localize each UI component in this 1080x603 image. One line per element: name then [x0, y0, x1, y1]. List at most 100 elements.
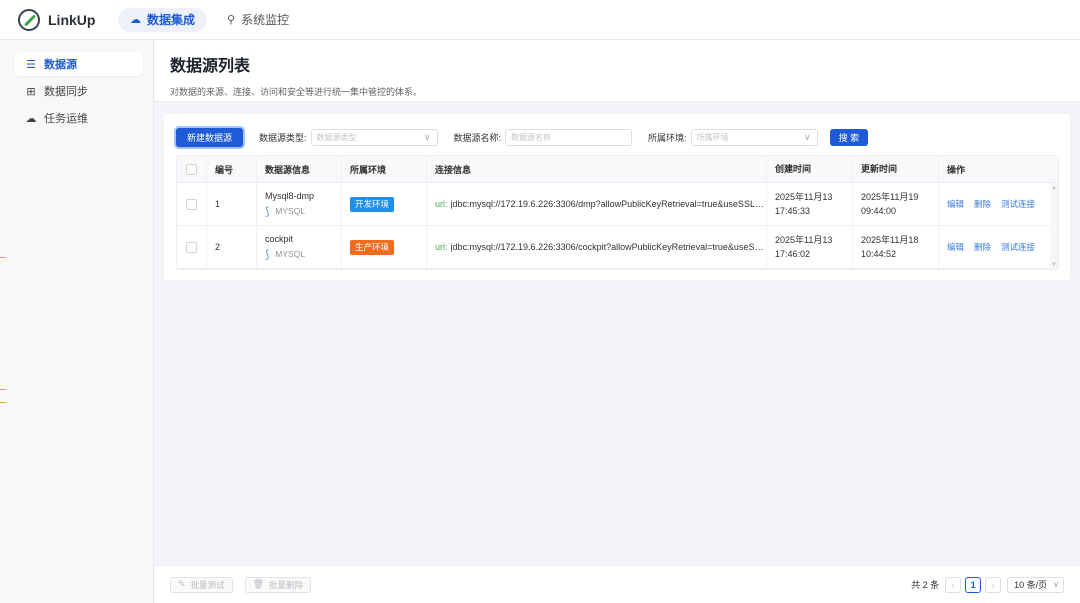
pagination: 共 2 条 ‹ 1 › 10 条/页 ∨ [911, 576, 1064, 593]
row-id: 1 [207, 183, 257, 225]
datasource-type: ⟆ MYSQL [265, 248, 305, 261]
edit-link[interactable]: 编辑 [947, 198, 964, 210]
top-navbar: LinkUp ☁ 数据集成 ⚲ 系统监控 [0, 0, 1080, 40]
datasource-info-cell: cockpit ⟆ MYSQL [257, 226, 342, 268]
app-name: LinkUp [48, 11, 96, 28]
datasource-type-label: MYSQL [275, 249, 306, 259]
delete-link[interactable]: 删除 [974, 241, 991, 253]
chevron-left-icon: ‹ [951, 579, 955, 590]
row-select-cell [177, 226, 207, 268]
total-count: 共 2 条 [911, 580, 940, 590]
table-row: 2 cockpit ⟆ MYSQL 生产环境 url: jdbc:mysql:/… [177, 226, 1058, 269]
mysql-dolphin-icon: ⟆ [265, 248, 270, 261]
sidebar-item-data-sync[interactable]: ⊞ 数据同步 [14, 79, 143, 103]
created-time: 2025年11月13 17:45:33 [767, 183, 853, 225]
sidebar-item-task-ops[interactable]: ☁ 任务运维 [14, 106, 143, 130]
connection-cell: url: jdbc:mysql://172.19.6.226:3306/cock… [427, 226, 767, 268]
select-all-checkbox[interactable] [186, 163, 197, 175]
mysql-dolphin-icon: ⟆ [265, 205, 270, 218]
updated-time: 2025年11月19 09:44:00 [853, 183, 939, 225]
trash-icon: 🗑 [252, 579, 264, 589]
column-header: 连接信息 [427, 156, 767, 182]
page-size-label: 10 条/页 [1014, 580, 1048, 590]
test-connection-link[interactable]: 测试连接 [1001, 241, 1035, 253]
connection-url: jdbc:mysql://172.19.6.226:3306/cockpit?a… [450, 242, 766, 252]
url-key: url: [435, 242, 448, 252]
page-description: 对数据的来源、连接、访问和安全等进行统一集中管控的体系。 [170, 87, 423, 97]
page-title: 数据源列表 [170, 58, 251, 75]
batch-test-label: 批量测试 [190, 579, 225, 590]
row-select-cell [177, 183, 207, 225]
datasource-info-cell: Mysql8-dmp ⟆ MYSQL [257, 183, 342, 225]
updated-time: 2025年11月18 10:44:52 [853, 226, 939, 268]
connection-cell: url: jdbc:mysql://172.19.6.226:3306/dmp?… [427, 183, 767, 225]
page-size-select[interactable]: 10 条/页 ∨ [1007, 576, 1064, 593]
type-filter-select[interactable]: 数据源类型 ∨ [310, 128, 438, 146]
env-tag-prod: 生产环境 [350, 239, 395, 255]
edit-link[interactable]: 编辑 [947, 241, 964, 253]
batch-test-button[interactable]: ✎ 批量测试 [170, 576, 233, 593]
datasource-name: cockpit [265, 233, 294, 244]
datasource-card: 新建数据源 数据源类型: 数据源类型 ∨ 数据源名称: 数据源名称 所属环境: … [164, 114, 1070, 280]
linkup-logo-icon [18, 8, 40, 31]
app-logo[interactable]: LinkUp [18, 8, 118, 31]
scroll-down-icon[interactable]: ▼ [1051, 262, 1057, 268]
chevron-right-icon: › [991, 579, 995, 590]
created-time: 2025年11月13 17:46:02 [767, 226, 853, 268]
datasource-type-label: MYSQL [275, 206, 306, 216]
sidebar-item-label: 数据同步 [44, 86, 88, 98]
name-filter-label: 数据源名称: [453, 132, 502, 143]
sidebar-item-label: 数据源 [44, 59, 77, 71]
grid-icon: ⊞ [26, 85, 36, 98]
sidebar-item-label: 任务运维 [44, 113, 88, 125]
prev-page-button[interactable]: ‹ [945, 576, 962, 593]
page-number[interactable]: 1 [965, 576, 982, 593]
delete-link[interactable]: 删除 [974, 198, 991, 210]
search-icon: ⚲ [227, 14, 236, 26]
column-header: 更新时间 [853, 156, 939, 182]
header-select-cell [177, 156, 207, 182]
filter-bar: 新建数据源 数据源类型: 数据源类型 ∨ 数据源名称: 数据源名称 所属环境: … [176, 126, 1058, 148]
test-connection-link[interactable]: 测试连接 [1001, 198, 1035, 210]
tab-label: 数据集成 [147, 13, 196, 27]
test-icon: ✎ [178, 579, 186, 589]
edge-marker [0, 257, 6, 258]
table-scrollbar[interactable]: ▲ ▼ [1050, 183, 1058, 269]
env-tag-dev: 开发环境 [350, 196, 395, 212]
batch-delete-button[interactable]: 🗑 批量删除 [244, 576, 312, 593]
tab-system-monitor[interactable]: ⚲ 系统监控 [215, 8, 301, 32]
row-id: 2 [207, 226, 257, 268]
column-header: 编号 [207, 156, 257, 182]
next-page-button[interactable]: › [985, 576, 1002, 593]
tab-data-integration[interactable]: ☁ 数据集成 [118, 7, 208, 32]
env-filter-select[interactable]: 所属环境 ∨ [690, 128, 818, 146]
column-header: 数据源信息 [257, 156, 342, 182]
row-checkbox[interactable] [186, 198, 197, 210]
type-filter-label: 数据源类型: [259, 132, 307, 143]
column-header: 所属环境 [342, 156, 427, 182]
table-row: 1 Mysql8-dmp ⟆ MYSQL 开发环境 url: jdbc:mysq… [177, 183, 1058, 226]
env-filter-label: 所属环境: [648, 132, 687, 143]
url-key: url: [435, 199, 448, 209]
new-datasource-button[interactable]: 新建数据源 [176, 127, 244, 147]
cloud-icon: ☁ [25, 112, 37, 125]
connection-url: jdbc:mysql://172.19.6.226:3306/dmp?allow… [450, 199, 766, 209]
datasource-table: 编号 数据源信息 所属环境 连接信息 创建时间 更新时间 操作 1 Mysql8… [176, 155, 1059, 270]
footer-bar: ✎ 批量测试 🗑 批量删除 共 2 条 ‹ 1 › 10 条/页 ∨ [154, 565, 1080, 603]
row-checkbox[interactable] [186, 241, 197, 253]
sidebar-item-datasource[interactable]: ☰ 数据源 [14, 52, 143, 76]
cloud-icon: ☁ [130, 14, 141, 26]
scroll-up-icon[interactable]: ▲ [1051, 185, 1057, 191]
search-button[interactable]: 搜 索 [829, 128, 869, 146]
edge-marker [0, 402, 6, 403]
sidebar: ☰ 数据源 ⊞ 数据同步 ☁ 任务运维 [0, 40, 154, 603]
name-filter-input[interactable]: 数据源名称 [505, 128, 633, 146]
chevron-down-icon: ∨ [423, 131, 431, 142]
actions-cell: 编辑 删除 测试连接 [939, 226, 1058, 268]
page-header: 数据源列表 对数据的来源、连接、访问和安全等进行统一集中管控的体系。 [154, 40, 1080, 102]
chevron-down-icon: ∨ [803, 131, 811, 142]
type-filter-placeholder: 数据源类型 [316, 132, 357, 142]
tab-label: 系统监控 [241, 13, 290, 27]
column-header: 创建时间 [767, 156, 853, 182]
env-cell: 开发环境 [342, 183, 427, 225]
